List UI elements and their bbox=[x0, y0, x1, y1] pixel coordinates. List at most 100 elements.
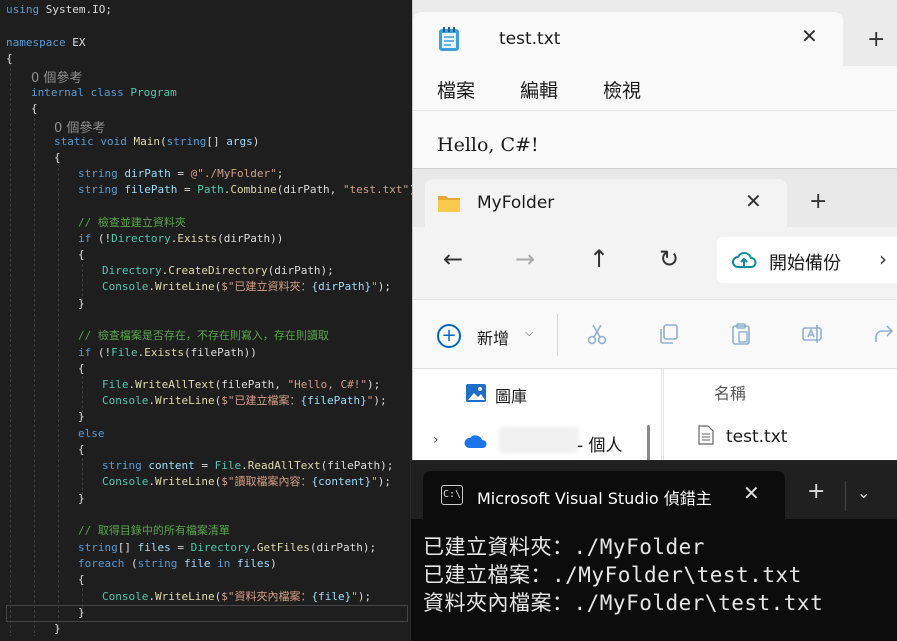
code-line[interactable]: { bbox=[6, 51, 13, 67]
notepad-tab-bar: test.txt ✕ + bbox=[413, 0, 897, 66]
close-icon[interactable]: ✕ bbox=[743, 481, 760, 505]
chevron-down-icon[interactable]: ⌄ bbox=[857, 483, 870, 502]
backup-label: 開始備份 bbox=[769, 253, 841, 274]
file-list[interactable]: 名稱 test.txt bbox=[663, 369, 897, 469]
explorer-tab-bar: MyFolder ✕ + bbox=[413, 169, 897, 227]
code-line[interactable]: } bbox=[78, 296, 85, 312]
chevron-down-icon: ⌵ bbox=[525, 326, 534, 339]
terminal-output-line: 資料夾內檔案：./MyFolder\test.txt bbox=[423, 591, 824, 615]
cloud-upload-icon bbox=[732, 252, 757, 268]
current-line-highlight bbox=[6, 605, 408, 622]
notepad-menu-bar: 檔案 編輯 檢視 bbox=[413, 66, 897, 111]
new-item-label: 新增 bbox=[477, 329, 510, 348]
code-line[interactable]: { bbox=[78, 442, 85, 458]
codelens-references[interactable]: 0 個參考 bbox=[31, 67, 82, 86]
code-line[interactable]: { bbox=[78, 247, 85, 263]
code-line[interactable]: foreach (string file in files) bbox=[78, 556, 277, 572]
code-line[interactable]: string dirPath = @"./MyFolder"; bbox=[78, 166, 283, 182]
new-tab-icon[interactable]: + bbox=[867, 27, 885, 52]
nav-item-gallery[interactable]: 圖庫 bbox=[495, 383, 527, 407]
up-arrow-icon[interactable]: ↑ bbox=[589, 245, 609, 273]
paste-icon[interactable] bbox=[729, 322, 753, 346]
code-line[interactable]: if (!File.Exists(filePath)) bbox=[78, 345, 257, 361]
code-line[interactable]: else bbox=[78, 426, 105, 442]
notepad-tab-title: test.txt bbox=[499, 29, 561, 49]
notepad-text-area[interactable]: Hello, C#! bbox=[437, 134, 539, 156]
code-line[interactable]: string filePath = Path.Combine(dirPath, … bbox=[78, 182, 422, 198]
rename-icon[interactable] bbox=[801, 322, 825, 346]
menu-edit[interactable]: 編輯 bbox=[520, 76, 558, 103]
forward-arrow-icon[interactable]: → bbox=[515, 245, 535, 273]
tab-bar-separator bbox=[845, 481, 846, 511]
code-line[interactable]: { bbox=[54, 150, 61, 166]
new-tab-icon[interactable]: + bbox=[809, 189, 827, 214]
explorer-tab-title: MyFolder bbox=[477, 193, 555, 213]
indent-guide bbox=[58, 158, 59, 628]
back-arrow-icon[interactable]: ← bbox=[443, 245, 463, 273]
terminal-output-line: 已建立資料夾：./MyFolder bbox=[423, 535, 705, 559]
notepad-tab[interactable]: test.txt ✕ bbox=[413, 12, 843, 66]
code-line[interactable]: namespace EX bbox=[6, 35, 85, 51]
terminal-window: C:\ Microsoft Visual Studio 偵錯主 ✕ + ⌄ 已建… bbox=[410, 460, 897, 641]
code-line[interactable]: static void Main(string[] args) bbox=[54, 134, 259, 150]
code-line[interactable]: using System.IO; bbox=[6, 2, 112, 18]
text-file-icon bbox=[698, 425, 714, 445]
code-line[interactable]: internal class Program bbox=[31, 85, 177, 101]
notepad-icon bbox=[439, 27, 459, 51]
menu-view[interactable]: 檢視 bbox=[603, 76, 641, 103]
close-icon[interactable]: ✕ bbox=[801, 24, 818, 48]
code-line[interactable]: File.WriteAllText(filePath, "Hello, C#!"… bbox=[102, 377, 380, 393]
nav-pane-scrollbar[interactable] bbox=[647, 425, 650, 465]
code-line[interactable]: Console.WriteLine($"資料夾內檔案：{file}"); bbox=[102, 589, 371, 605]
terminal-tab-title: Microsoft Visual Studio 偵錯主 bbox=[477, 489, 712, 508]
toolbar-separator bbox=[557, 314, 558, 356]
code-line[interactable]: string content = File.ReadAllText(filePa… bbox=[102, 458, 393, 474]
file-explorer-window: MyFolder ✕ + ← → ↑ ↻ 開始備份 › + 新增 ⌵ 圖庫 › … bbox=[412, 168, 897, 469]
code-line[interactable]: { bbox=[78, 572, 85, 588]
close-icon[interactable]: ✕ bbox=[745, 189, 762, 213]
cut-icon[interactable] bbox=[585, 322, 609, 346]
column-header-name[interactable]: 名稱 bbox=[714, 380, 746, 404]
explorer-command-bar: + 新增 ⌵ bbox=[413, 300, 897, 369]
refresh-icon[interactable]: ↻ bbox=[659, 245, 679, 273]
code-line[interactable]: { bbox=[31, 101, 38, 117]
code-line[interactable]: { bbox=[78, 361, 85, 377]
code-line[interactable]: Console.WriteLine($"已建立檔案：{filePath}"); bbox=[102, 393, 387, 409]
redacted-account-name bbox=[499, 427, 579, 453]
plus-circle-icon: + bbox=[437, 324, 461, 348]
console-icon: C:\ bbox=[441, 485, 463, 505]
onedrive-cloud-icon bbox=[464, 435, 487, 448]
chevron-right-icon[interactable]: › bbox=[879, 247, 887, 271]
code-line[interactable]: string[] files = Directory.GetFiles(dirP… bbox=[78, 540, 376, 556]
indent-guide bbox=[34, 108, 35, 636]
code-comment[interactable]: // 取得目錄中的所有檔案清單 bbox=[78, 523, 230, 539]
terminal-output-line: 已建立檔案：./MyFolder\test.txt bbox=[423, 563, 802, 587]
indent-guide bbox=[10, 58, 11, 636]
code-line[interactable]: } bbox=[78, 605, 85, 621]
code-line[interactable]: } bbox=[78, 409, 85, 425]
terminal-tab[interactable]: C:\ Microsoft Visual Studio 偵錯主 ✕ bbox=[423, 471, 785, 519]
explorer-body: 圖庫 › - 個人 名稱 test.txt bbox=[413, 369, 897, 469]
copy-icon[interactable] bbox=[657, 322, 681, 346]
menu-file[interactable]: 檔案 bbox=[437, 76, 475, 103]
folder-icon bbox=[438, 196, 460, 212]
code-comment[interactable]: // 檢查並建立資料夾 bbox=[78, 215, 186, 231]
code-line[interactable]: if (!Directory.Exists(dirPath)) bbox=[78, 231, 283, 247]
code-line[interactable]: } bbox=[54, 621, 61, 636]
backup-button[interactable]: 開始備份 › bbox=[717, 237, 897, 283]
navigation-pane[interactable]: 圖庫 › - 個人 bbox=[413, 369, 662, 469]
nav-item-onedrive[interactable]: - 個人 bbox=[577, 431, 623, 456]
code-line[interactable]: } bbox=[78, 491, 85, 507]
code-line[interactable]: Console.WriteLine($"已建立資料夾：{dirPath}"); bbox=[102, 279, 391, 295]
notepad-window: test.txt ✕ + 檔案 編輯 檢視 Hello, C#! bbox=[412, 0, 897, 170]
terminal-tab-bar: C:\ Microsoft Visual Studio 偵錯主 ✕ + ⌄ bbox=[411, 461, 897, 519]
code-line[interactable]: Directory.CreateDirectory(dirPath); bbox=[102, 263, 334, 279]
file-item-test-txt[interactable]: test.txt bbox=[726, 427, 787, 447]
code-line[interactable]: Console.WriteLine($"讀取檔案內容：{content}"); bbox=[102, 474, 391, 490]
gallery-icon bbox=[466, 384, 486, 402]
new-tab-icon[interactable]: + bbox=[807, 479, 825, 504]
share-icon[interactable] bbox=[873, 322, 897, 346]
code-comment[interactable]: // 檢查檔案是否存在，不存在則寫入，存在則讀取 bbox=[78, 328, 329, 344]
explorer-tab[interactable]: MyFolder ✕ bbox=[425, 179, 787, 227]
chevron-right-icon[interactable]: › bbox=[433, 432, 439, 448]
